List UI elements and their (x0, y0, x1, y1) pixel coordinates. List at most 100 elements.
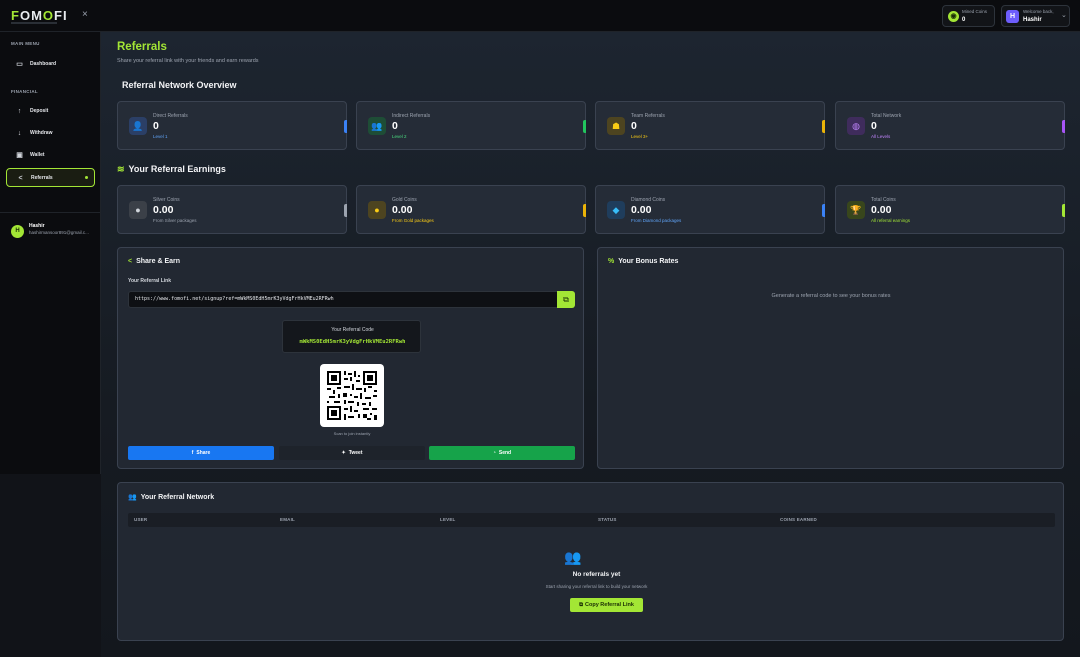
arrow-down-icon: ↓ (17, 130, 22, 137)
sidebar-item-deposit[interactable]: ↑ Deposit (6, 102, 95, 121)
accent-bar (1062, 120, 1065, 133)
whatsapp-send-button[interactable]: ◔ Send (429, 446, 575, 460)
coin-icon: ◉ (948, 11, 959, 22)
card-value: 0 (392, 120, 398, 132)
team-referrals-card: ☗ Team Referrals 0 Level 3+ (595, 101, 825, 150)
globe-icon: ◍ (847, 117, 865, 135)
whatsapp-icon: ◔ (492, 450, 496, 456)
avatar: H (11, 225, 24, 238)
share-icon: < (128, 258, 133, 265)
card-value: 0.00 (631, 204, 652, 216)
card-sub: Level 2 (392, 134, 407, 139)
column-header: USER (134, 517, 148, 522)
copy-referral-link-button[interactable]: ⧉ Copy Referral Link (570, 598, 643, 612)
user-menu[interactable]: H Welcome back, Hashir ⌄ (1001, 5, 1070, 27)
earnings-heading: ≋ Your Referral Earnings (117, 164, 226, 174)
diamond-icon: ◆ (607, 201, 625, 219)
monitor-icon: ▭ (16, 61, 23, 68)
sidebar-item-label: Dashboard (30, 61, 57, 67)
table-header: USER EMAIL LEVEL STATUS COINS EARNED (128, 513, 1055, 527)
main-menu-heading: MAIN MENU (11, 41, 40, 46)
page-subtitle: Share your referral link with your frien… (117, 58, 259, 64)
sidebar-item-withdraw[interactable]: ↓ Withdraw (6, 124, 95, 143)
financial-heading: FINANCIAL (11, 89, 38, 94)
card-value: 0.00 (871, 204, 892, 216)
trophy-icon: 🏆 (847, 201, 865, 219)
referral-link-label: Your Referral Link (128, 278, 171, 284)
card-sub: All Levels (871, 134, 891, 139)
qr-caption: Scan to join instantly (333, 431, 371, 436)
wallet-icon: ▣ (16, 152, 23, 159)
column-header: EMAIL (280, 517, 295, 522)
card-value: 0.00 (153, 204, 174, 216)
facebook-icon: f (191, 450, 194, 456)
accent-bar (344, 204, 347, 217)
card-sub: All referral earnings (871, 218, 911, 223)
silver-coin-icon: ● (129, 201, 147, 219)
page-title: Referrals (117, 41, 167, 53)
card-value: 0 (631, 120, 637, 132)
accent-bar (822, 120, 825, 133)
user-name: Hashir (1023, 17, 1042, 23)
sidebar-item-referrals[interactable]: < Referrals (6, 168, 95, 187)
chevron-down-icon[interactable]: ⌄ (1061, 11, 1067, 19)
card-sub: Level 3+ (631, 134, 649, 139)
gold-coins-card: ● Gold Coins 0.00 From Gold packages (356, 185, 586, 234)
silver-coins-card: ● Silver Coins 0.00 From Silver packages (117, 185, 347, 234)
users-icon: 👥 (368, 117, 386, 135)
card-label: Total Network (871, 113, 902, 119)
user-email: hashirmansoor891@gmail.c... (29, 230, 89, 235)
direct-referrals-card: 👤 Direct Referrals 0 Level 1 (117, 101, 347, 150)
sidebar-item-wallet[interactable]: ▣ Wallet (6, 146, 95, 165)
sidebar-item-label: Wallet (30, 152, 45, 158)
users-empty-icon: 👥 (564, 549, 582, 565)
total-network-card: ◍ Total Network 0 All Levels (835, 101, 1065, 150)
referral-code-box: Your Referral Code mWkMS0EdH5mrK3yVdgFrH… (282, 320, 421, 353)
sidebar-item-label: Deposit (30, 108, 49, 114)
sidebar-item-label: Referrals (31, 175, 53, 181)
welcome-text: Welcome back, (1023, 9, 1054, 14)
twitter-icon: ✦ (341, 450, 346, 456)
referral-link-field[interactable]: https://www.fomofi.net/signup?ref=mWkMS0… (128, 291, 558, 308)
card-value: 0.00 (392, 204, 413, 216)
accent-bar (822, 204, 825, 217)
card-value: 0 (153, 120, 159, 132)
card-label: Silver Coins (153, 197, 180, 203)
tweet-button[interactable]: ✦ Tweet (279, 446, 425, 460)
coins-icon: ≋ (117, 164, 125, 174)
card-value: 0 (871, 120, 877, 132)
sidebar-item-dashboard[interactable]: ▭ Dashboard (6, 55, 95, 74)
divider (0, 212, 100, 213)
gold-coin-icon: ● (368, 201, 386, 219)
arrow-up-icon: ↑ (17, 108, 22, 115)
network-heading: 👥 Your Referral Network (128, 494, 215, 501)
user-plus-icon: 👤 (129, 117, 147, 135)
card-sub: From Diamond packages (631, 218, 682, 223)
overview-heading: Referral Network Overview (122, 80, 237, 90)
logo-tagline (11, 22, 57, 24)
close-sidebar-button[interactable]: × (82, 9, 88, 20)
users-icon: 👥 (128, 494, 137, 501)
sitemap-icon: ☗ (607, 117, 625, 135)
copy-link-button[interactable]: ⧉ (557, 291, 575, 308)
total-coins-card: 🏆 Total Coins 0.00 All referral earnings (835, 185, 1065, 234)
logo[interactable]: FOMOFI (11, 8, 68, 23)
card-sub: Level 1 (153, 134, 168, 139)
column-header: LEVEL (440, 517, 456, 522)
bonus-rates-panel: % Your Bonus Rates Generate a referral co… (597, 247, 1064, 469)
card-label: Diamond Coins (631, 197, 666, 203)
card-label: Team Referrals (631, 113, 665, 119)
referral-code-label: Your Referral Code (331, 327, 374, 333)
main-content: Referrals Share your referral link with … (101, 32, 1080, 657)
referral-code-value[interactable]: mWkMS0EdH5mrK3yVdgFrHkVMEu2RFRwh (283, 339, 422, 345)
bonus-empty-message: Generate a referral code to see your bon… (771, 293, 891, 299)
mined-coins-widget: ◉ Mined Coins 0 (942, 5, 995, 27)
percent-icon: % (608, 258, 615, 265)
copy-icon: ⧉ (579, 602, 584, 608)
facebook-share-button[interactable]: f Share (128, 446, 274, 460)
sidebar-item-label: Withdraw (30, 130, 53, 136)
copy-icon: ⧉ (563, 295, 569, 304)
card-label: Indirect Referrals (392, 113, 431, 119)
indirect-referrals-card: 👥 Indirect Referrals 0 Level 2 (356, 101, 586, 150)
share-icon: < (18, 175, 23, 182)
